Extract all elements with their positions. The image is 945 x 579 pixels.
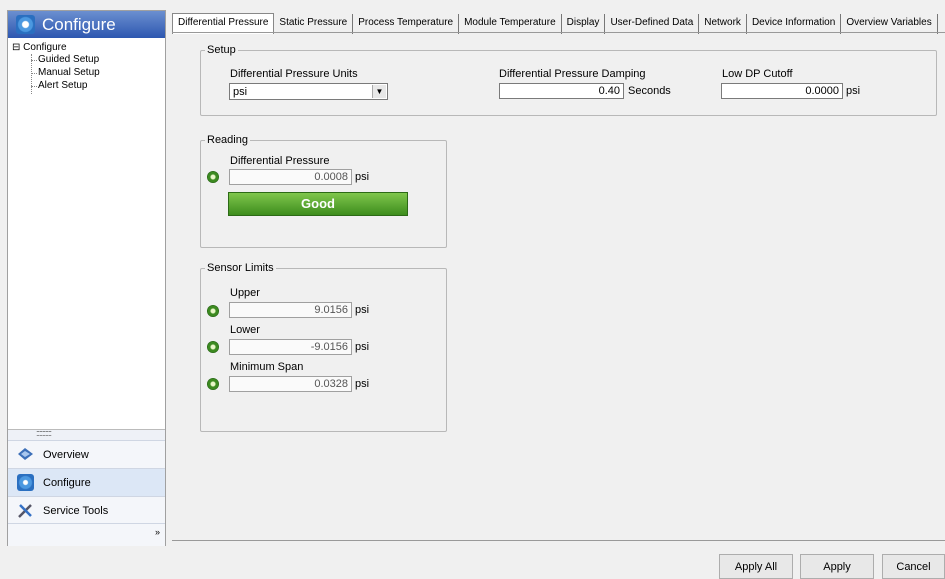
upper-unit: psi [355,304,370,316]
tab-display[interactable]: Display [562,14,606,34]
damping-unit: Seconds [628,85,671,97]
tree-root-configure[interactable]: ⊟ Configure [12,42,67,53]
damping-label: Differential Pressure Damping [499,68,646,80]
dp-units-select[interactable]: psi ▼ [229,83,388,100]
lower-label: Lower [230,324,260,336]
tab-network[interactable]: Network [699,14,747,34]
span-field: 0.0328 [229,376,352,392]
reading-legend: Reading [207,134,248,146]
dp-reading-label: Differential Pressure [230,155,330,167]
cutoff-unit: psi [846,85,861,97]
tools-icon [18,504,32,518]
refresh-icon[interactable] [207,305,219,317]
more-chevron-icon[interactable]: » [155,527,160,537]
pane-title: Configure [42,15,116,34]
pane-splitter[interactable]: :::::::::: [8,428,165,440]
cancel-button[interactable]: Cancel [882,554,945,579]
upper-label: Upper [230,287,260,299]
gear-icon [16,15,35,34]
tab-strip: Differential Pressure Static Pressure Proc… [172,13,938,34]
tree-item-alert-setup[interactable]: Alert Setup [38,80,87,91]
tab-differential-pressure[interactable]: Differential Pressure [172,13,275,34]
status-badge: Good [228,192,408,216]
nav-overview-label: Overview [43,449,89,461]
tab-overview-variables[interactable]: Overview Variables [841,14,938,34]
refresh-icon[interactable] [207,171,219,183]
tab-process-temperature[interactable]: Process Temperature [353,14,460,34]
nav-overview-button[interactable]: Overview [8,440,165,468]
splitter-grip: :::::::::: [36,428,52,438]
cutoff-input[interactable]: 0.0000 [721,83,843,99]
navigation-pane: Configure ⊟ Configure Guided Setup Manua… [7,10,166,546]
apply-all-button[interactable]: Apply All [719,554,793,579]
refresh-icon[interactable] [207,378,219,390]
tab-user-defined-data[interactable]: User-Defined Data [605,14,700,34]
nav-configure-label: Configure [43,477,91,489]
nav-service-tools-label: Service Tools [43,505,109,517]
dp-units-label: Differential Pressure Units [230,68,358,80]
span-label: Minimum Span [230,361,304,373]
dp-units-value: psi [233,86,248,98]
reading-group: Reading [200,134,447,248]
nav-service-tools-button[interactable]: Service Tools [8,496,165,524]
tab-module-temperature[interactable]: Module Temperature [459,14,562,34]
cutoff-label: Low DP Cutoff [722,68,793,80]
dp-reading-unit: psi [355,171,370,183]
lower-field: -9.0156 [229,339,352,355]
chevron-down-icon[interactable]: ▼ [372,85,386,98]
sensor-limits-legend: Sensor Limits [207,262,274,274]
dp-reading-field: 0.0008 [229,169,352,185]
setup-group: Setup [200,44,937,116]
span-unit: psi [355,378,370,390]
tab-static-pressure[interactable]: Static Pressure [274,14,354,34]
pane-header: Configure [8,11,165,38]
upper-field: 9.0156 [229,302,352,318]
lower-unit: psi [355,341,370,353]
tree-item-guided-setup[interactable]: Guided Setup [38,54,99,65]
setup-legend: Setup [207,44,236,56]
apply-button[interactable]: Apply [800,554,874,579]
bottom-divider [172,540,945,541]
nav-configure-button[interactable]: Configure [8,468,165,496]
nav-overflow-bar: » [8,523,165,546]
gear-icon [17,474,34,491]
overview-icon [18,448,33,460]
tree-item-manual-setup[interactable]: Manual Setup [38,67,100,78]
refresh-icon[interactable] [207,341,219,353]
damping-input[interactable]: 0.40 [499,83,624,99]
tab-device-information[interactable]: Device Information [747,14,842,34]
